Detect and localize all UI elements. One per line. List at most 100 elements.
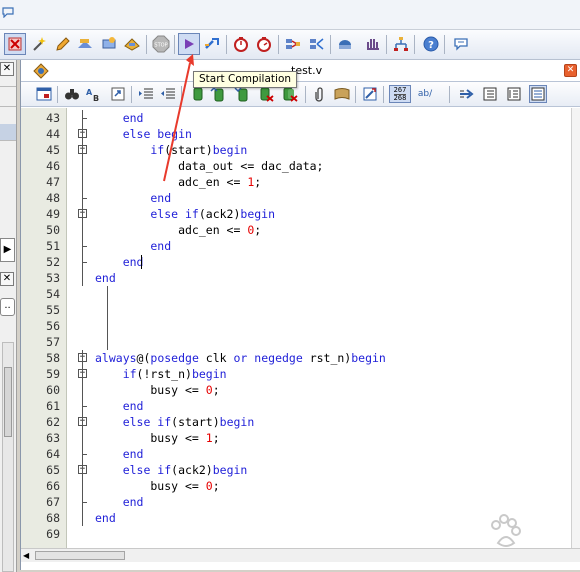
- scroll-thumb[interactable]: [4, 367, 12, 437]
- code-line[interactable]: always@(posedge clk or negedge rst_n)beg…: [95, 350, 386, 366]
- code-line[interactable]: busy <= 0;: [95, 382, 219, 398]
- pencil-icon[interactable]: [52, 33, 74, 55]
- close-document-icon[interactable]: ✕: [564, 64, 577, 77]
- timer-icon[interactable]: [230, 33, 252, 55]
- chip-2-icon[interactable]: [121, 33, 143, 55]
- keyword-token: else begin: [95, 127, 192, 141]
- tree-icon[interactable]: [390, 33, 412, 55]
- line-number: 52: [46, 255, 60, 269]
- code-token: data_out <= dac_data;: [95, 159, 324, 173]
- keyword-token: always: [95, 351, 137, 365]
- keyword-token: begin: [351, 351, 386, 365]
- code-line[interactable]: end: [95, 494, 144, 510]
- template-icon[interactable]: [333, 85, 351, 103]
- toolbar-separator: [131, 86, 132, 103]
- code-line[interactable]: end: [95, 254, 144, 270]
- toolbar-separator: [383, 86, 384, 103]
- code-line[interactable]: data_out <= dac_data;: [95, 158, 323, 174]
- help-icon[interactable]: ?: [420, 33, 442, 55]
- hand-icon[interactable]: [362, 33, 384, 55]
- programmer-icon[interactable]: [334, 33, 356, 55]
- line-number: 43: [46, 111, 60, 125]
- line-number: 69: [46, 527, 60, 541]
- horizontal-scrollbar[interactable]: ◀: [21, 548, 580, 562]
- dock-scrollbar[interactable]: [2, 342, 14, 572]
- keyword-token: end: [95, 399, 144, 413]
- block-comment-icon[interactable]: [481, 85, 499, 103]
- settings-icon[interactable]: [74, 33, 96, 55]
- editor-window: test.v ✕ AB 267 268 ab/ 43 44 45 46 47 4…: [20, 60, 580, 570]
- number-token: 1: [205, 431, 213, 445]
- code-line[interactable]: else if(ack2)begin: [95, 206, 275, 222]
- code-line[interactable]: adc_en <= 0;: [95, 222, 261, 238]
- line-number: 51: [46, 239, 60, 253]
- code-token: (!rst_n): [136, 367, 192, 381]
- netlist-icon[interactable]: [282, 33, 304, 55]
- netlist-2-icon[interactable]: [306, 33, 328, 55]
- keyword-token: end: [95, 255, 144, 269]
- keyword-token: end: [95, 511, 116, 525]
- find-icon[interactable]: [35, 85, 53, 103]
- code-line[interactable]: busy <= 0;: [95, 478, 219, 494]
- goto-line-icon[interactable]: [109, 85, 127, 103]
- keyword-token: end: [95, 111, 144, 125]
- code-line[interactable]: else begin: [95, 126, 192, 142]
- comment-icon[interactable]: [450, 33, 472, 55]
- unindent-icon[interactable]: [159, 85, 177, 103]
- line-number: 58: [46, 351, 60, 365]
- code-line[interactable]: if(start)begin: [95, 142, 247, 158]
- line-number: 65: [46, 463, 60, 477]
- line-number: 60: [46, 383, 60, 397]
- code-line[interactable]: end: [95, 510, 116, 526]
- chip-icon[interactable]: [98, 33, 120, 55]
- code-token: @(: [136, 351, 151, 365]
- indent-icon[interactable]: [137, 85, 155, 103]
- expand-arrow-icon[interactable]: ▶: [0, 238, 15, 262]
- code-line[interactable]: else if(ack2)begin: [95, 462, 248, 478]
- vertical-scrollbar[interactable]: [571, 108, 580, 548]
- more-button[interactable]: ..: [0, 298, 15, 316]
- attach-icon[interactable]: [311, 85, 329, 103]
- code-line[interactable]: end: [95, 270, 116, 286]
- analysis-icon[interactable]: [201, 33, 223, 55]
- line-counter-icon[interactable]: 267 268: [389, 85, 411, 103]
- timer-2-icon[interactable]: [253, 33, 275, 55]
- start-compilation-icon[interactable]: [178, 33, 200, 55]
- code-editor[interactable]: 43 44 45 46 47 48 49 50 51 52 53 54 55 56 57 58 59 60 61 62…: [21, 108, 571, 548]
- code-line[interactable]: end: [95, 110, 144, 126]
- block-uncomment-icon[interactable]: [505, 85, 523, 103]
- code-token: adc_en <=: [95, 223, 248, 237]
- code-line[interactable]: end: [95, 190, 171, 206]
- close-icon[interactable]: ✕: [0, 62, 14, 76]
- go-icon[interactable]: [457, 85, 475, 103]
- stop-processing-icon[interactable]: [4, 33, 26, 55]
- find-binoculars-icon[interactable]: [63, 85, 81, 103]
- code-line[interactable]: if(!rst_n)begin: [95, 366, 227, 382]
- close-icon[interactable]: ✕: [0, 272, 14, 286]
- start-compilation-tooltip: Start Compilation: [193, 71, 298, 88]
- code-line[interactable]: end: [95, 238, 171, 254]
- code-line[interactable]: adc_en <= 1;: [95, 174, 261, 190]
- scroll-left-icon[interactable]: ◀: [23, 551, 29, 560]
- selected-row[interactable]: [0, 124, 16, 140]
- code-line[interactable]: end: [95, 398, 144, 414]
- stop-icon[interactable]: STOP: [150, 33, 172, 55]
- code-token: (start): [164, 143, 213, 157]
- main-toolbar: STOP ?: [0, 30, 580, 60]
- code-line[interactable]: else if(start)begin: [95, 414, 255, 430]
- system-menu-icon[interactable]: [2, 6, 14, 18]
- insert-template-icon[interactable]: [361, 85, 379, 103]
- replace-icon[interactable]: AB: [85, 85, 103, 103]
- magic-wand-icon[interactable]: [28, 33, 50, 55]
- keyword-token: begin: [212, 143, 248, 157]
- view-icon[interactable]: [529, 85, 547, 103]
- code-line[interactable]: busy <= 1;: [95, 430, 219, 446]
- editor-toolbar: AB 267 268 ab/: [21, 82, 580, 107]
- line-number: 55: [46, 303, 60, 317]
- ab-icon[interactable]: ab/: [415, 85, 435, 103]
- scroll-thumb[interactable]: [35, 551, 125, 560]
- document-icon[interactable]: [33, 63, 49, 79]
- code-line[interactable]: end: [95, 446, 144, 462]
- keyword-token: end: [95, 495, 144, 509]
- keyword-token: end: [95, 447, 144, 461]
